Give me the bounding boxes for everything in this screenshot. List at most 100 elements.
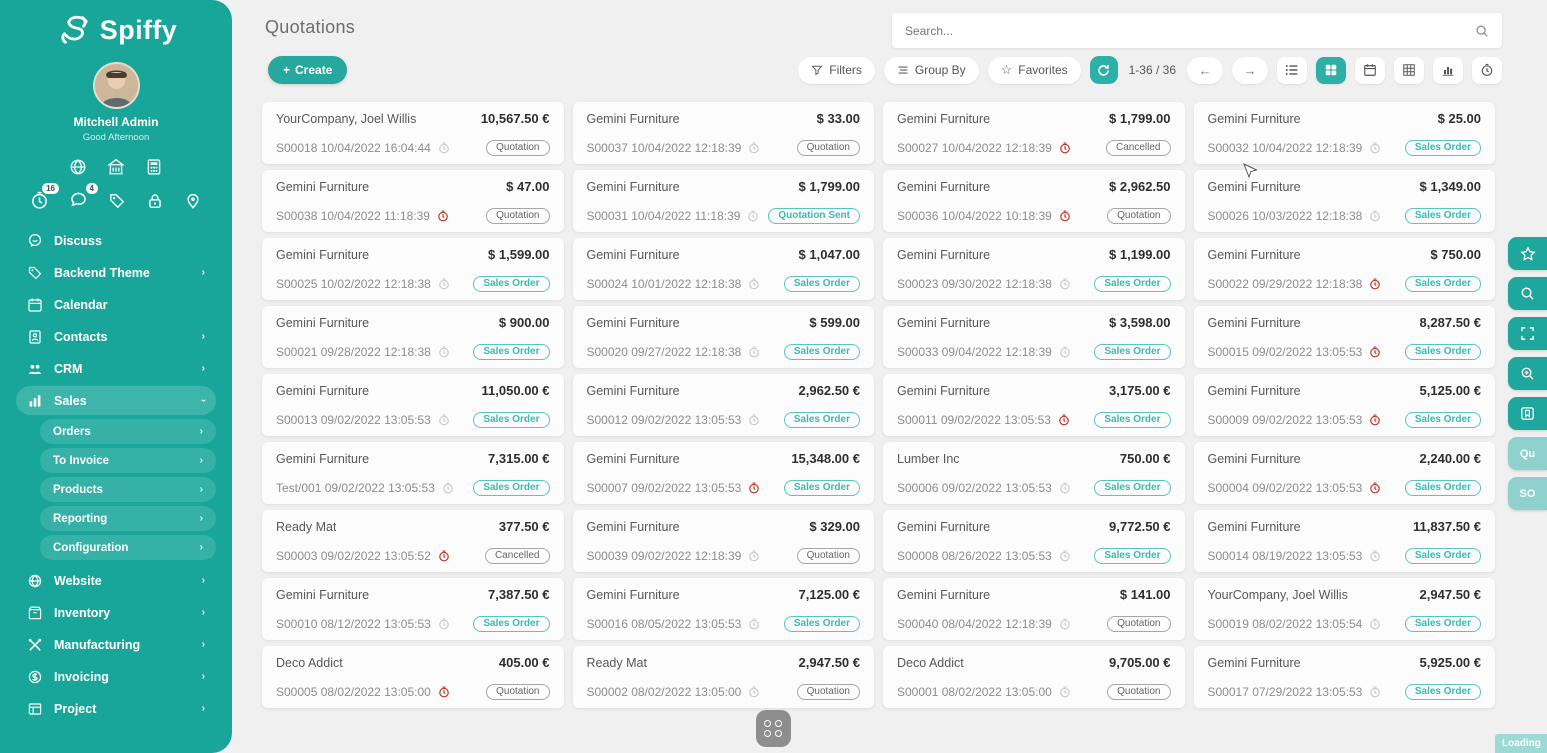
quotation-card[interactable]: Gemini Furniture $ 1,599.00 S00025 10/02… <box>262 238 564 300</box>
calculator-icon[interactable] <box>145 158 163 176</box>
sidebar-item-sales[interactable]: Sales › <box>16 386 216 415</box>
rail-quotation-shortcut[interactable]: Qu <box>1508 437 1547 470</box>
activity-clock-icon[interactable] <box>1059 618 1071 630</box>
quotation-card[interactable]: Gemini Furniture 9,772.50 € S00008 08/26… <box>883 510 1185 572</box>
quotation-card[interactable]: Gemini Furniture $ 900.00 S00021 09/28/2… <box>262 306 564 368</box>
rail-zoom-button[interactable] <box>1508 357 1547 390</box>
activity-clock-icon[interactable] <box>1059 482 1071 494</box>
create-button[interactable]: + Create <box>268 56 347 84</box>
sidebar-item-inventory[interactable]: Inventory › <box>16 598 216 627</box>
submenu-item-reporting[interactable]: Reporting › <box>40 506 216 531</box>
pager-prev-button[interactable]: ← <box>1187 57 1223 84</box>
quotation-card[interactable]: Gemini Furniture 5,925.00 € S00017 07/29… <box>1194 646 1496 708</box>
activity-clock-icon[interactable] <box>1059 210 1071 222</box>
messages-icon[interactable]: 4 <box>69 191 88 210</box>
quotation-card[interactable]: YourCompany, Joel Willis 2,947.50 € S000… <box>1194 578 1496 640</box>
filters-button[interactable]: Filters <box>798 57 875 84</box>
tag-icon[interactable] <box>108 192 126 210</box>
quotation-card[interactable]: Gemini Furniture 3,175.00 € S00011 09/02… <box>883 374 1185 436</box>
activity-clock-icon[interactable] <box>1369 414 1381 426</box>
activity-clock-icon[interactable] <box>1369 210 1381 222</box>
activity-clock-icon[interactable] <box>748 142 760 154</box>
submenu-item-configuration[interactable]: Configuration › <box>40 535 216 560</box>
activity-clock-icon[interactable] <box>1059 142 1071 154</box>
activity-clock-icon[interactable] <box>748 278 760 290</box>
group-by-button[interactable]: Group By <box>884 57 979 84</box>
quotation-card[interactable]: Gemini Furniture 11,050.00 € S00013 09/0… <box>262 374 564 436</box>
search-icon[interactable] <box>1475 24 1489 38</box>
activity-clock-icon[interactable] <box>748 414 760 426</box>
activity-clock-icon[interactable] <box>748 482 760 494</box>
quotation-card[interactable]: Gemini Furniture $ 47.00 S00038 10/04/20… <box>262 170 564 232</box>
rail-sales-order-shortcut[interactable]: SO <box>1508 477 1547 510</box>
quotation-card[interactable]: Gemini Furniture $ 750.00 S00022 09/29/2… <box>1194 238 1496 300</box>
view-pivot-button[interactable] <box>1394 57 1424 84</box>
sidebar-item-manufacturing[interactable]: Manufacturing › <box>16 630 216 659</box>
quotation-card[interactable]: Gemini Furniture $ 599.00 S00020 09/27/2… <box>573 306 875 368</box>
activity-clock-icon[interactable] <box>1369 278 1381 290</box>
activity-clock-icon[interactable] <box>748 346 760 358</box>
activity-clock-icon[interactable] <box>1369 142 1381 154</box>
activity-clock-icon[interactable] <box>1369 482 1381 494</box>
activities-clock-icon[interactable]: 16 <box>30 191 49 210</box>
quotation-card[interactable]: Gemini Furniture 15,348.00 € S00007 09/0… <box>573 442 875 504</box>
quotation-card[interactable]: Gemini Furniture $ 1,199.00 S00023 09/30… <box>883 238 1185 300</box>
activity-clock-icon[interactable] <box>438 414 450 426</box>
submenu-item-products[interactable]: Products › <box>40 477 216 502</box>
sidebar-item-backend-theme[interactable]: Backend Theme › <box>16 258 216 287</box>
sidebar-item-discuss[interactable]: Discuss <box>16 226 216 255</box>
quotation-card[interactable]: Deco Addict 405.00 € S00005 08/02/2022 1… <box>262 646 564 708</box>
language-globe-icon[interactable] <box>69 158 87 176</box>
rail-favorite-button[interactable] <box>1508 237 1547 270</box>
activity-clock-icon[interactable] <box>748 686 760 698</box>
activity-clock-icon[interactable] <box>1059 278 1071 290</box>
quotation-card[interactable]: Gemini Furniture $ 25.00 S00032 10/04/20… <box>1194 102 1496 164</box>
apps-menu-button[interactable] <box>756 710 791 747</box>
quotation-card[interactable]: Gemini Furniture $ 33.00 S00037 10/04/20… <box>573 102 875 164</box>
activity-clock-icon[interactable] <box>748 618 760 630</box>
activity-clock-icon[interactable] <box>438 618 450 630</box>
submenu-item-to-invoice[interactable]: To Invoice › <box>40 448 216 473</box>
activity-clock-icon[interactable] <box>438 346 450 358</box>
view-graph-button[interactable] <box>1433 57 1463 84</box>
quotation-card[interactable]: YourCompany, Joel Willis 10,567.50 € S00… <box>262 102 564 164</box>
quotation-card[interactable]: Gemini Furniture 7,315.00 € Test/001 09/… <box>262 442 564 504</box>
lock-icon[interactable] <box>146 192 164 210</box>
rail-bookmark-button[interactable] <box>1508 397 1547 430</box>
sidebar-item-calendar[interactable]: Calendar <box>16 290 216 319</box>
user-avatar[interactable] <box>93 62 140 109</box>
submenu-item-orders[interactable]: Orders › <box>40 419 216 444</box>
search-input[interactable] <box>905 24 1467 38</box>
activity-clock-icon[interactable] <box>748 550 760 562</box>
quotation-card[interactable]: Gemini Furniture $ 329.00 S00039 09/02/2… <box>573 510 875 572</box>
rail-search-button[interactable] <box>1508 277 1547 310</box>
activity-clock-icon[interactable] <box>1059 346 1071 358</box>
activity-clock-icon[interactable] <box>1059 686 1071 698</box>
company-building-icon[interactable] <box>107 158 125 176</box>
activity-clock-icon[interactable] <box>438 550 450 562</box>
activity-clock-icon[interactable] <box>438 686 450 698</box>
activity-clock-icon[interactable] <box>1369 618 1381 630</box>
sidebar-item-invoicing[interactable]: Invoicing › <box>16 662 216 691</box>
brand[interactable]: Spiffy <box>0 0 232 47</box>
sidebar-item-crm[interactable]: CRM › <box>16 354 216 383</box>
view-calendar-button[interactable] <box>1355 57 1385 84</box>
activity-clock-icon[interactable] <box>1059 550 1071 562</box>
quotation-card[interactable]: Gemini Furniture 2,240.00 € S00004 09/02… <box>1194 442 1496 504</box>
quotation-card[interactable]: Gemini Furniture 7,125.00 € S00016 08/05… <box>573 578 875 640</box>
activity-clock-icon[interactable] <box>747 210 759 222</box>
refresh-button[interactable] <box>1090 56 1118 84</box>
location-pin-icon[interactable] <box>184 192 202 210</box>
quotation-card[interactable]: Gemini Furniture 5,125.00 € S00009 09/02… <box>1194 374 1496 436</box>
activity-clock-icon[interactable] <box>1058 414 1070 426</box>
activity-clock-icon[interactable] <box>437 210 449 222</box>
view-activity-button[interactable] <box>1472 57 1502 84</box>
activity-clock-icon[interactable] <box>1369 686 1381 698</box>
sidebar-item-website[interactable]: Website › <box>16 566 216 595</box>
quotation-card[interactable]: Gemini Furniture 7,387.50 € S00010 08/12… <box>262 578 564 640</box>
view-kanban-button[interactable] <box>1316 57 1346 84</box>
sidebar-item-contacts[interactable]: Contacts › <box>16 322 216 351</box>
quotation-card[interactable]: Gemini Furniture $ 1,349.00 S00026 10/03… <box>1194 170 1496 232</box>
activity-clock-icon[interactable] <box>438 142 450 154</box>
quotation-card[interactable]: Gemini Furniture 11,837.50 € S00014 08/1… <box>1194 510 1496 572</box>
